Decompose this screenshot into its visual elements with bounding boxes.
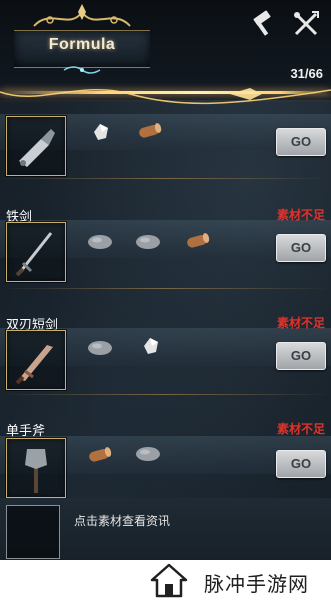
crossed-tools-icon[interactable] <box>292 10 320 38</box>
iron-sword-icon <box>15 232 53 277</box>
footer-brand: 脉冲手游网 <box>204 572 309 596</box>
stone-icon[interactable] <box>86 232 114 252</box>
one-handed-axe-icon <box>25 449 47 493</box>
stone-icon[interactable] <box>134 232 162 252</box>
go-button[interactable]: GO <box>276 342 326 370</box>
go-button[interactable]: GO <box>276 234 326 262</box>
recipe-row: 单手斧 素材不足 GO <box>0 396 331 498</box>
wood-log-icon[interactable] <box>184 230 212 250</box>
row-separator <box>0 178 331 179</box>
item-slot[interactable] <box>6 330 66 390</box>
status-badge: 素材不足 <box>276 208 325 222</box>
wood-log-icon[interactable] <box>136 120 164 140</box>
header: Formula 31/66 <box>0 0 331 112</box>
recipe-row: 铁剑 素材不足 GO <box>0 180 331 292</box>
ornament-bottom-icon <box>63 66 101 74</box>
item-slot[interactable] <box>6 438 66 498</box>
go-button[interactable]: GO <box>276 450 326 478</box>
gold-flourish-icon <box>0 88 331 105</box>
crystal-shard-icon[interactable] <box>138 336 166 356</box>
recipe-row: 双刃短剑 素材不足 GO <box>0 288 331 398</box>
formula-progress: 31/66 <box>290 66 323 81</box>
item-slot[interactable] <box>6 222 66 282</box>
status-badge: 素材不足 <box>276 316 325 330</box>
wood-log-icon[interactable] <box>86 444 114 464</box>
hammer-icon[interactable] <box>248 10 276 38</box>
page-title: Formula <box>48 36 116 53</box>
double-edged-dagger-icon <box>15 345 53 385</box>
stone-icon[interactable] <box>86 338 114 358</box>
go-button[interactable]: GO <box>276 128 326 156</box>
crystal-shard-icon[interactable] <box>88 122 116 142</box>
stone-icon[interactable] <box>134 444 162 464</box>
ornament-top-icon <box>33 4 131 27</box>
selected-material-slot <box>6 505 60 559</box>
item-slot[interactable] <box>6 116 66 176</box>
armor-piece-icon <box>19 129 55 167</box>
status-badge: 素材不足 <box>276 422 325 436</box>
home-icon <box>150 563 188 598</box>
row-separator <box>0 394 331 395</box>
recipe-name: 单手斧 <box>6 424 46 439</box>
info-hint: 点击素材查看资讯 <box>74 514 171 528</box>
